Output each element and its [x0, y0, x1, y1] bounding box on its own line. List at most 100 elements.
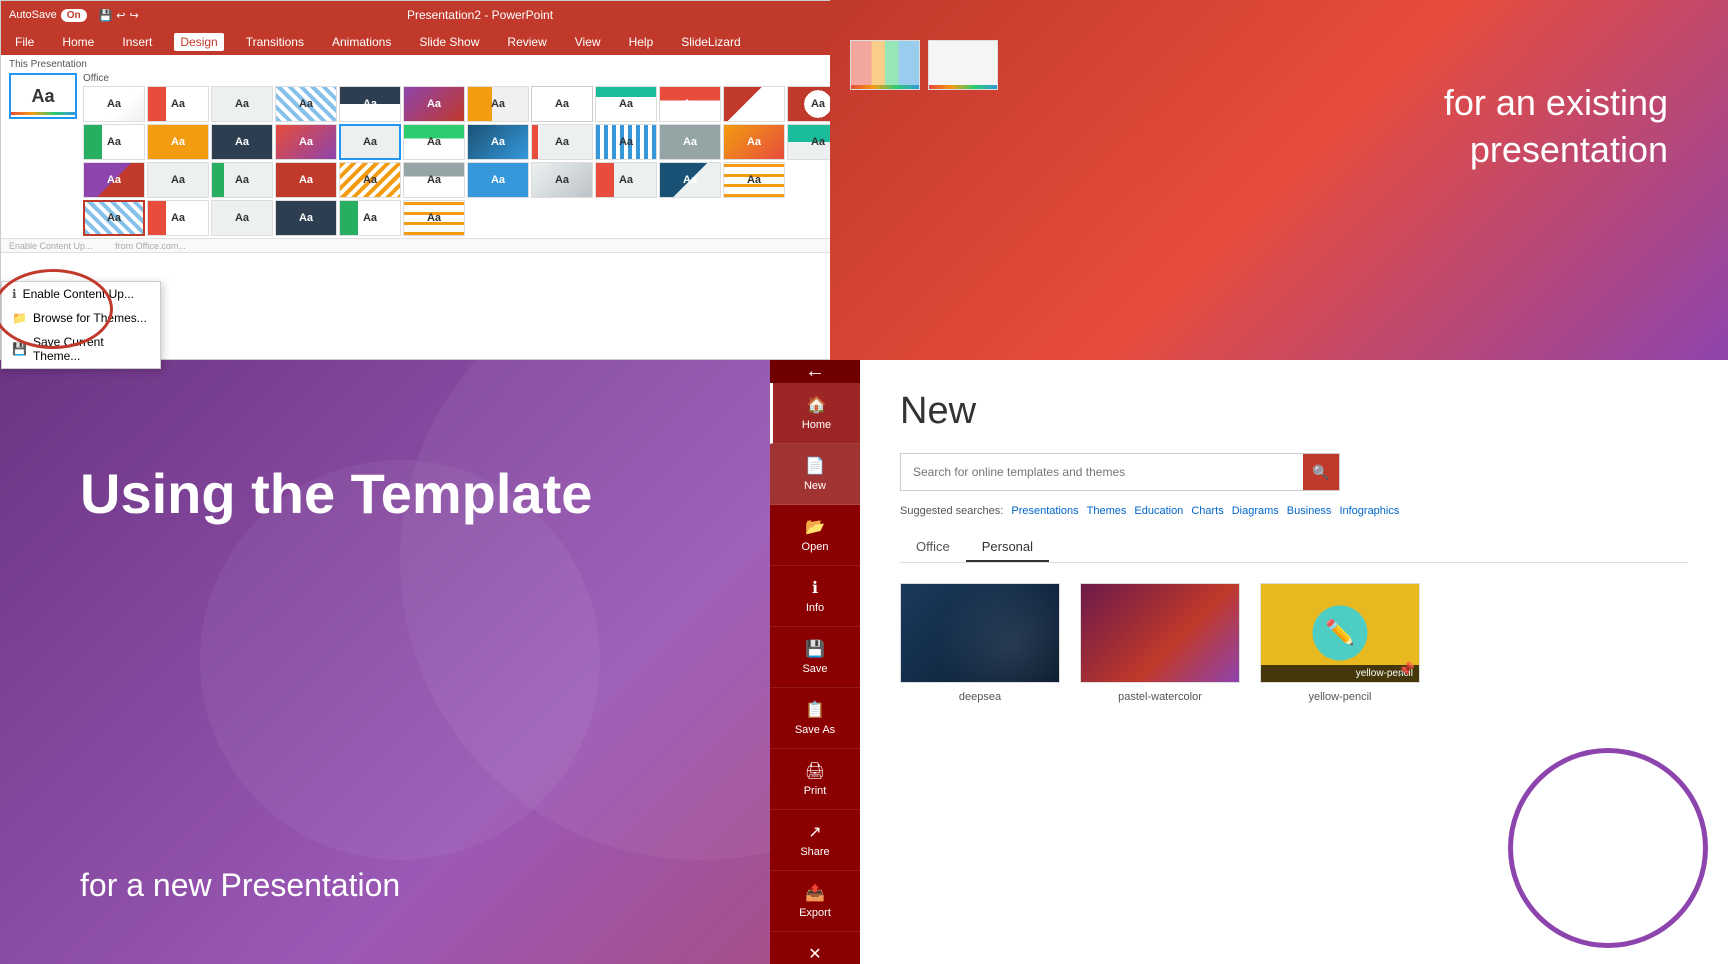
theme-17[interactable]: Aa — [275, 124, 337, 160]
sidebar-item-home[interactable]: 🏠 Home — [770, 383, 860, 444]
theme-8[interactable]: Aa — [531, 86, 593, 122]
back-icon: ← — [805, 360, 825, 383]
template-deepsea-label: deepsea — [959, 691, 1001, 703]
sidebar-export-label: Export — [799, 907, 831, 919]
new-icon: 📄 — [805, 456, 825, 476]
undo-icon[interactable]: ↩ — [116, 9, 125, 22]
menu-help[interactable]: Help — [623, 33, 660, 51]
menu-review[interactable]: Review — [501, 33, 552, 51]
menu-design[interactable]: Design — [174, 33, 223, 51]
menu-transitions[interactable]: Transitions — [240, 33, 310, 51]
bottom-background: Using the Template for a new Presentatio… — [0, 360, 1728, 964]
menu-file[interactable]: File — [9, 33, 40, 51]
dropdown-enable-content[interactable]: ℹ Enable Content Up... — [2, 282, 160, 306]
dropdown-menu: ℹ Enable Content Up... 📁 Browse for Them… — [1, 281, 161, 369]
slide-thumb-inner-2 — [929, 41, 997, 89]
sidebar-item-info[interactable]: ℹ Info — [770, 566, 860, 627]
theme-6[interactable]: Aa — [403, 86, 465, 122]
sidebar-item-print[interactable]: 🖨 Print — [770, 749, 860, 810]
sidebar-back[interactable]: ← — [770, 360, 860, 383]
theme-2[interactable]: Aa — [147, 86, 209, 122]
theme-33[interactable]: Aa — [467, 162, 529, 198]
sidebar-item-share[interactable]: ↗ Share — [770, 810, 860, 871]
theme-40[interactable]: Aa — [211, 200, 273, 236]
redo-icon[interactable]: ↪ — [130, 9, 139, 22]
slide-thumb-1[interactable] — [850, 40, 920, 90]
template-pastel-watercolor[interactable]: pastel-watercolor — [1080, 583, 1240, 703]
theme-31[interactable]: Aa — [339, 162, 401, 198]
suggested-business[interactable]: Business — [1287, 505, 1332, 517]
theme-gallery: Office Aa Aa Aa Aa Aa Aa Aa Aa Aa Aa Aa … — [83, 73, 951, 236]
theme-35[interactable]: Aa — [595, 162, 657, 198]
theme-3[interactable]: Aa — [211, 86, 273, 122]
theme-36[interactable]: Aa — [659, 162, 721, 198]
theme-7[interactable]: Aa — [467, 86, 529, 122]
slide-thumb-2[interactable] — [928, 40, 998, 90]
menu-animations[interactable]: Animations — [326, 33, 397, 51]
sidebar-item-saveas[interactable]: 📋 Save As — [770, 688, 860, 749]
menu-view[interactable]: View — [569, 33, 607, 51]
autosave-toggle[interactable]: On — [61, 9, 87, 22]
theme-37[interactable]: Aa — [723, 162, 785, 198]
tab-office[interactable]: Office — [900, 533, 966, 562]
sidebar-item-export[interactable]: 📤 Export — [770, 871, 860, 932]
theme-32[interactable]: Aa — [403, 162, 465, 198]
theme-9[interactable]: Aa — [595, 86, 657, 122]
theme-28[interactable]: Aa — [147, 162, 209, 198]
theme-23[interactable]: Aa — [659, 124, 721, 160]
theme-14[interactable]: Aa — [83, 124, 145, 160]
dropdown-browse-themes[interactable]: 📁 Browse for Themes... — [2, 306, 160, 330]
theme-11[interactable]: Aa — [723, 86, 785, 122]
powerpoint-window: AutoSave On 💾 ↩ ↪ Presentation2 - PowerP… — [0, 0, 960, 360]
template-search-button[interactable]: 🔍 — [1303, 454, 1339, 490]
sidebar-item-close[interactable]: ✕ Close — [770, 932, 860, 964]
sidebar-item-new[interactable]: 📄 New — [770, 444, 860, 505]
menu-slidelizard[interactable]: SlideLizard — [675, 33, 746, 51]
suggested-infographics[interactable]: Infographics — [1339, 505, 1399, 517]
theme-41[interactable]: Aa — [275, 200, 337, 236]
theme-39[interactable]: Aa — [147, 200, 209, 236]
theme-row-1: Aa Aa Aa Aa Aa Aa Aa Aa Aa Aa Aa Aa Aa — [83, 86, 951, 122]
theme-19[interactable]: Aa — [403, 124, 465, 160]
theme-16[interactable]: Aa — [211, 124, 273, 160]
sidebar-item-open[interactable]: 📂 Open — [770, 505, 860, 566]
theme-20[interactable]: Aa — [467, 124, 529, 160]
theme-1[interactable]: Aa — [83, 86, 145, 122]
sidebar-item-save[interactable]: 💾 Save — [770, 627, 860, 688]
top-right-line2: presentation — [1470, 129, 1668, 170]
theme-4[interactable]: Aa — [275, 86, 337, 122]
theme-18[interactable]: Aa — [339, 124, 401, 160]
theme-27[interactable]: Aa — [83, 162, 145, 198]
theme-38[interactable]: Aa — [83, 200, 145, 236]
theme-24[interactable]: Aa — [723, 124, 785, 160]
template-search-bar[interactable]: 🔍 — [900, 453, 1340, 491]
theme-21[interactable]: Aa — [531, 124, 593, 160]
slide-thumb-inner-1 — [851, 41, 919, 89]
dropdown-save-current-theme[interactable]: 💾 Save Current Theme... — [2, 330, 160, 368]
suggested-presentations[interactable]: Presentations — [1011, 505, 1078, 517]
theme-30[interactable]: Aa — [275, 162, 337, 198]
template-search-input[interactable] — [901, 457, 1303, 487]
theme-5[interactable]: Aa — [339, 86, 401, 122]
template-deepsea[interactable]: deepsea — [900, 583, 1060, 703]
suggested-education[interactable]: Education — [1134, 505, 1183, 517]
save-icon[interactable]: 💾 — [99, 9, 113, 22]
menu-home[interactable]: Home — [56, 33, 100, 51]
theme-42[interactable]: Aa — [339, 200, 401, 236]
titlebar-left: AutoSave On 💾 ↩ ↪ — [9, 9, 139, 22]
menu-slideshow[interactable]: Slide Show — [413, 33, 485, 51]
theme-15[interactable]: Aa — [147, 124, 209, 160]
suggested-charts[interactable]: Charts — [1191, 505, 1223, 517]
tab-personal[interactable]: Personal — [966, 533, 1049, 562]
theme-43[interactable]: Aa — [403, 200, 465, 236]
theme-22[interactable]: Aa — [595, 124, 657, 160]
theme-29[interactable]: Aa — [211, 162, 273, 198]
suggested-themes[interactable]: Themes — [1087, 505, 1127, 517]
save-nav-icon: 💾 — [805, 639, 825, 659]
current-theme-thumb[interactable]: Aa — [9, 73, 77, 119]
theme-34[interactable]: Aa — [531, 162, 593, 198]
menu-insert[interactable]: Insert — [116, 33, 158, 51]
theme-10[interactable]: Aa — [659, 86, 721, 122]
template-yellow-pencil[interactable]: ✏️ yellow-pencil 📌 yellow-pencil — [1260, 583, 1420, 703]
suggested-diagrams[interactable]: Diagrams — [1232, 505, 1279, 517]
